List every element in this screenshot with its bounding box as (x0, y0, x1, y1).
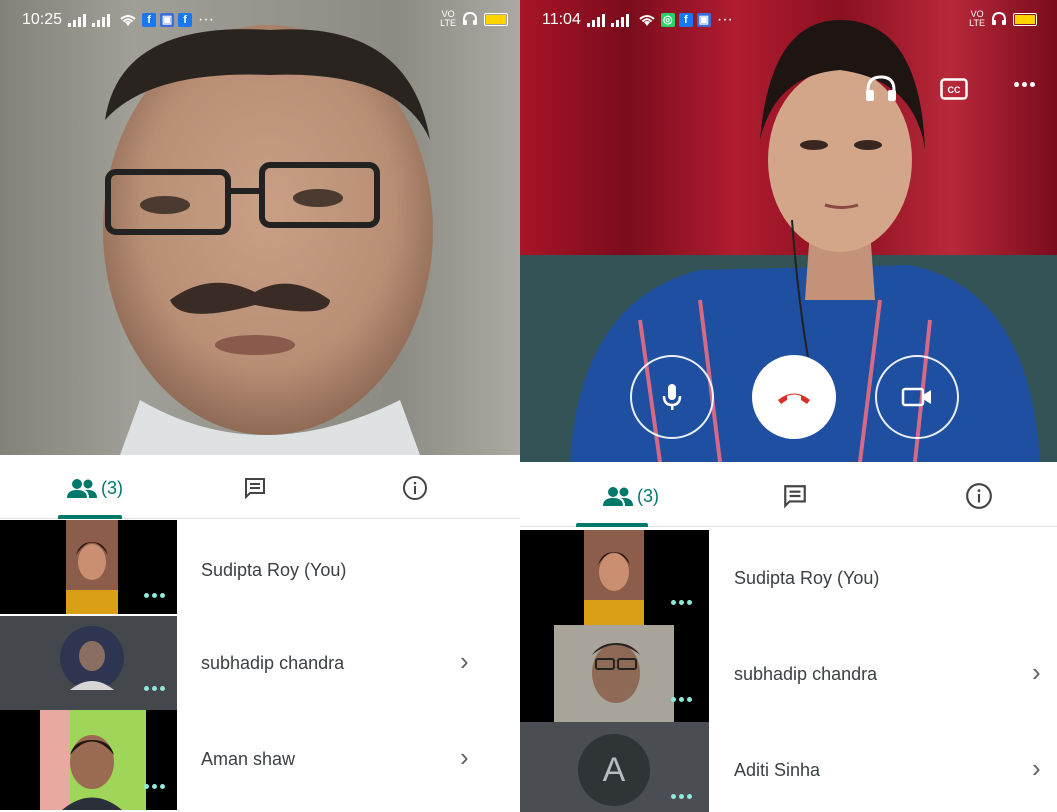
more-options-icon[interactable] (144, 686, 165, 691)
tab-bar: (3) (0, 458, 528, 519)
end-call-icon (778, 393, 810, 404)
chevron-right-icon[interactable]: › (1032, 753, 1041, 784)
people-icon (67, 479, 97, 498)
camera-button[interactable] (875, 355, 959, 439)
signal-icon (92, 13, 111, 27)
more-options-icon[interactable] (144, 784, 165, 789)
tab-chat[interactable] (760, 466, 830, 526)
battery-icon (1013, 12, 1037, 26)
participant-name: Aditi Sinha (734, 760, 821, 780)
battery-icon (484, 12, 508, 26)
volte-icon: VO LTE (440, 9, 456, 28)
mic-icon (662, 384, 682, 410)
people-icon (603, 487, 633, 506)
more-notifications-icon: ··· (716, 11, 733, 28)
participant-row[interactable]: A Aditi Sinha › (520, 722, 1057, 812)
signal-icon (68, 13, 87, 27)
tab-info[interactable] (380, 458, 450, 518)
more-options-icon[interactable] (144, 593, 165, 598)
participant-video-tile (520, 625, 709, 722)
avatar-letter: A (602, 750, 626, 789)
participant-video-tile (0, 520, 177, 614)
participant-row[interactable]: subhadip chandra › (0, 616, 528, 710)
chevron-right-icon[interactable]: › (460, 646, 469, 677)
chat-icon (784, 485, 806, 509)
more-options-icon[interactable] (671, 697, 692, 702)
participant-video-tile (0, 710, 177, 810)
right-phone-screen: 11:04 ◎ f ▣ ··· VO LTE CC (3) Sudipta Ro… (520, 0, 1057, 812)
signal-icon (610, 13, 629, 27)
app-icon: ▣ (696, 13, 711, 27)
participant-video-tile (520, 530, 709, 625)
app-icon: ▣ (160, 13, 175, 27)
participant-row[interactable]: subhadip chandra › (520, 625, 1057, 722)
end-call-button[interactable] (752, 355, 836, 439)
main-video (0, 0, 528, 455)
avatar: A (578, 734, 650, 806)
captions-icon[interactable]: CC (940, 78, 968, 100)
people-count: (3) (637, 485, 659, 506)
tab-people[interactable]: (3) (40, 458, 150, 519)
participant-name: Sudipta Roy (You) (734, 568, 880, 588)
headphones-status-icon (463, 12, 477, 25)
tab-info[interactable] (944, 466, 1014, 526)
participant-name: subhadip chandra (201, 653, 345, 673)
tab-people[interactable]: (3) (576, 466, 686, 527)
info-icon (966, 483, 992, 509)
headphones-icon[interactable] (864, 74, 898, 104)
wifi-icon (120, 15, 136, 26)
svg-text:CC: CC (948, 85, 961, 95)
participant-name: subhadip chandra (734, 664, 878, 684)
chevron-right-icon[interactable]: › (460, 742, 469, 773)
more-notifications-icon: ··· (198, 11, 215, 28)
facebook-icon: f (678, 13, 693, 27)
more-icon[interactable] (1014, 82, 1035, 87)
status-time: 11:04 (542, 11, 581, 28)
participant-row[interactable]: Sudipta Roy (You) (0, 520, 528, 614)
facebook-icon: f (142, 13, 157, 27)
chat-icon (245, 478, 265, 500)
status-bar: 10:25 f ▣ f ··· VO LTE (0, 0, 528, 40)
participant-name: Sudipta Roy (You) (201, 560, 347, 580)
participant-name: Aman shaw (201, 749, 296, 769)
tab-bar: (3) (520, 466, 1057, 527)
camera-icon (901, 387, 931, 407)
participant-row[interactable]: Sudipta Roy (You) (520, 530, 1057, 625)
facebook-icon: f (178, 13, 193, 27)
more-options-icon[interactable] (671, 794, 692, 799)
volte-icon: VO LTE (969, 9, 985, 28)
chevron-right-icon[interactable]: › (1032, 657, 1041, 688)
more-options-icon[interactable] (671, 600, 692, 605)
mic-button[interactable] (630, 355, 714, 439)
tab-chat[interactable] (220, 458, 290, 518)
whatsapp-icon: ◎ (660, 13, 675, 27)
left-phone-screen: 10:25 f ▣ f ··· VO LTE (3) Sudipta Roy (… (0, 0, 528, 812)
participant-video-tile (0, 616, 177, 710)
status-time: 10:25 (22, 11, 63, 28)
info-icon (403, 476, 427, 500)
participant-row[interactable]: Aman shaw › (0, 710, 528, 810)
tab-indicator (58, 515, 122, 519)
headphones-status-icon (992, 12, 1006, 25)
wifi-icon (639, 15, 655, 26)
people-count: (3) (101, 477, 123, 498)
signal-icon (586, 13, 605, 27)
tab-indicator (576, 523, 648, 527)
status-bar: 11:04 ◎ f ▣ ··· VO LTE (520, 0, 1057, 40)
